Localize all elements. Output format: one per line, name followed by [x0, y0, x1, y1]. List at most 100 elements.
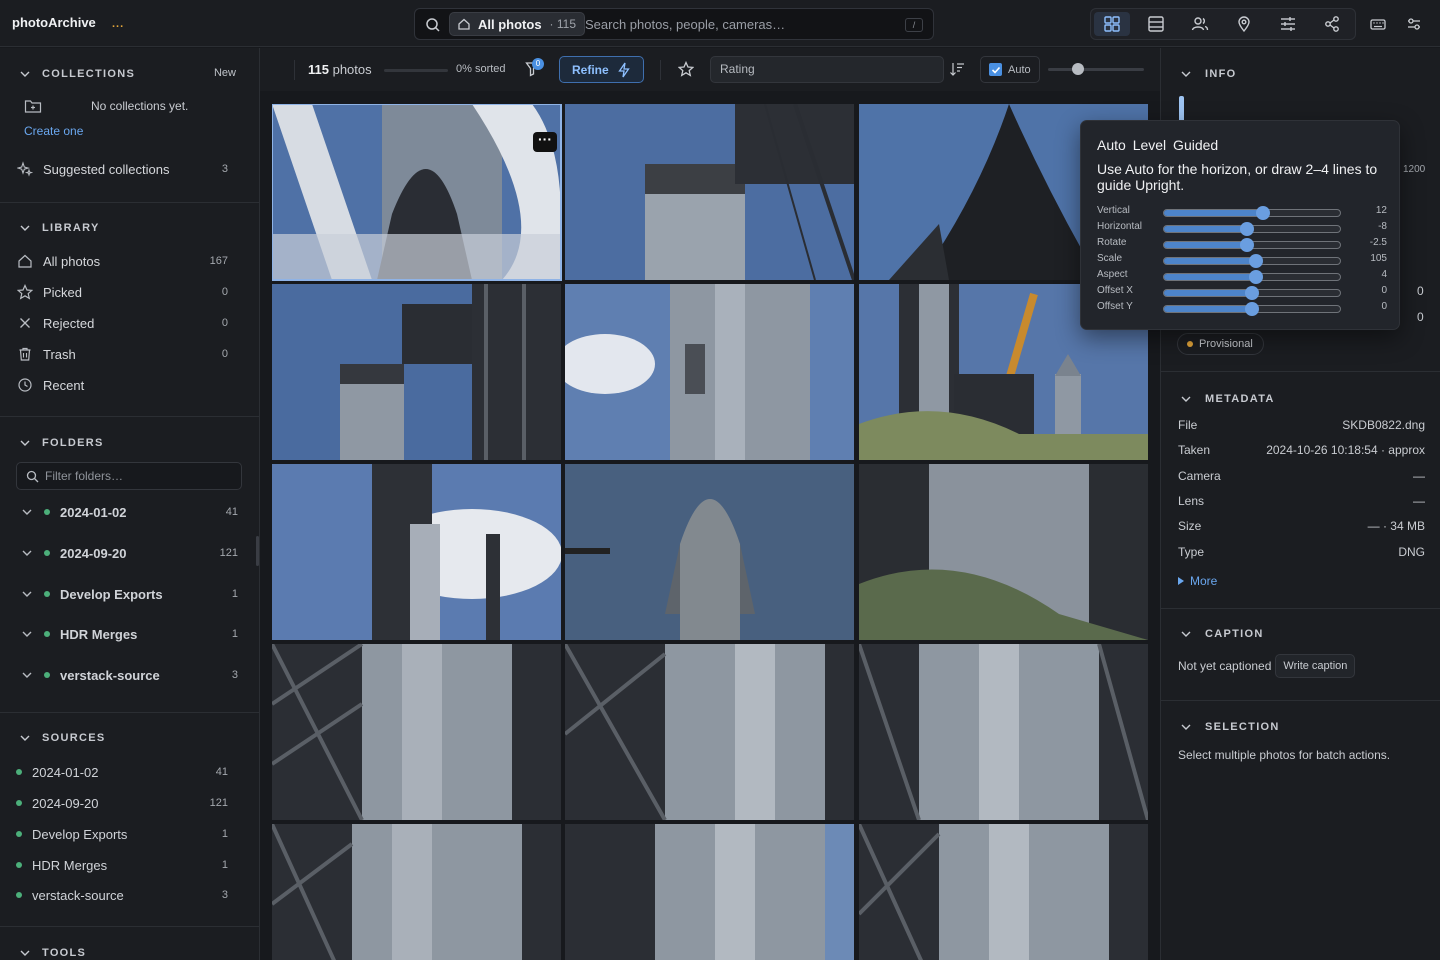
search-input[interactable]: Search photos, people, cameras… [585, 17, 785, 32]
info-header[interactable]: INFO [1181, 66, 1236, 82]
auto-checkbox[interactable] [989, 63, 1002, 76]
slider-handle[interactable] [1255, 206, 1270, 220]
sources-header[interactable]: SOURCES [20, 730, 106, 746]
chevron-down-icon[interactable] [22, 548, 32, 558]
folder-item[interactable]: 2024-09-20 121 [22, 542, 238, 564]
folder-count: 3 [231, 669, 238, 681]
sidebar-item-rejected[interactable]: Rejected 0 [16, 312, 230, 334]
map-view-button[interactable] [1226, 12, 1262, 36]
rating-filter-button[interactable] [677, 60, 695, 80]
source-item[interactable]: 2024-01-02 41 [16, 762, 230, 782]
photo-grid: ··· [272, 104, 1148, 960]
photo-tile[interactable] [859, 464, 1148, 640]
slider-fill [1164, 226, 1247, 232]
slider-handle[interactable] [1245, 286, 1259, 300]
more-options-button[interactable]: ··· [533, 132, 557, 152]
write-caption-button[interactable]: Write caption [1275, 654, 1356, 678]
folder-filter-input[interactable]: Filter folders… [16, 462, 242, 490]
selection-header[interactable]: SELECTION [1181, 719, 1280, 735]
sidebar-item-all-photos[interactable]: All photos 167 [16, 250, 230, 272]
photo-tile[interactable] [565, 104, 854, 280]
photo-tile[interactable] [565, 824, 854, 960]
table-view-button[interactable] [1138, 12, 1174, 36]
selection-title: SELECTION [1205, 721, 1280, 733]
chevron-down-icon [20, 225, 30, 231]
photo-tile[interactable] [859, 644, 1148, 820]
slider-value: -8 [1378, 221, 1387, 232]
share-button[interactable] [1314, 12, 1350, 36]
auto-toggle[interactable]: Auto [980, 56, 1040, 83]
slider-handle[interactable] [1248, 254, 1263, 268]
chevron-down-icon[interactable] [22, 670, 32, 680]
zoom-slider[interactable] [1048, 68, 1144, 71]
collections-header[interactable]: COLLECTIONS [20, 66, 135, 82]
status-dot [44, 550, 50, 556]
photo-tile[interactable] [272, 824, 561, 960]
adjustments-button[interactable] [1270, 12, 1306, 36]
photo-tile[interactable] [565, 284, 854, 460]
photo-tile[interactable] [859, 824, 1148, 960]
rating-select[interactable]: Rating [710, 56, 944, 83]
folder-item[interactable]: 2024-01-02 41 [22, 501, 238, 523]
settings-button[interactable] [1402, 12, 1426, 36]
metadata-more-toggle[interactable]: More [1178, 574, 1217, 588]
search-bar[interactable]: All photos · 115 Search photos, people, … [414, 8, 934, 40]
source-item[interactable]: Develop Exports 1 [16, 824, 230, 844]
sort-button[interactable] [949, 61, 965, 80]
photo-tile[interactable]: ··· [272, 104, 562, 281]
keyboard-shortcuts-button[interactable] [1366, 12, 1390, 36]
tools-header[interactable]: TOOLS [20, 945, 86, 960]
source-item[interactable]: HDR Merges 1 [16, 855, 230, 875]
slider-value: 0 [1381, 301, 1387, 312]
sort-progress-text: 0% sorted [456, 63, 506, 75]
divider [1161, 608, 1440, 609]
sidebar-item-recent[interactable]: Recent [16, 374, 230, 396]
create-collection-link[interactable]: Create one [24, 124, 83, 138]
folder-item[interactable]: HDR Merges 1 [22, 623, 238, 645]
chevron-down-icon[interactable] [22, 629, 32, 639]
folder-item[interactable]: Develop Exports 1 [22, 583, 238, 605]
suggested-collections-item[interactable]: Suggested collections 3 [16, 158, 230, 180]
new-collection-button[interactable]: New [214, 67, 236, 79]
adjustments-icon [1281, 17, 1295, 31]
sidebar-item-trash[interactable]: Trash 0 [16, 343, 230, 365]
people-view-button[interactable] [1182, 12, 1218, 36]
sidebar-item-picked[interactable]: Picked 0 [16, 281, 230, 303]
sidebar-item-count: 0 [221, 286, 228, 298]
folders-header[interactable]: FOLDERS [20, 435, 104, 451]
grid-view-button[interactable] [1094, 12, 1130, 36]
slider-handle[interactable] [1248, 270, 1263, 284]
caption-header[interactable]: CAPTION [1181, 626, 1264, 642]
metadata-row: Lens — [1178, 494, 1425, 512]
refine-button[interactable]: Refine [559, 56, 644, 83]
chevron-down-icon[interactable] [22, 589, 32, 599]
folder-item[interactable]: verstack-source 3 [22, 664, 238, 686]
chevron-down-icon [1181, 396, 1191, 402]
photo-tile[interactable] [272, 284, 561, 460]
source-item[interactable]: 2024-09-20 121 [16, 793, 230, 813]
slider-handle[interactable] [1245, 302, 1259, 316]
chevron-down-icon[interactable] [22, 507, 32, 517]
star-icon [16, 283, 34, 301]
metadata-row: File SKDB0822.dng [1178, 418, 1425, 436]
photo-tile[interactable] [565, 644, 854, 820]
slider-track[interactable] [1163, 209, 1341, 217]
slider-handle[interactable] [1239, 222, 1254, 236]
divider [1161, 700, 1440, 701]
divider [0, 416, 259, 417]
library-header[interactable]: LIBRARY [20, 220, 100, 236]
collections-empty-text: No collections yet. [91, 99, 189, 113]
photo-tile[interactable] [272, 464, 561, 640]
metadata-key: Lens [1178, 494, 1205, 508]
photo-tile[interactable] [272, 644, 561, 820]
source-item[interactable]: verstack-source 3 [16, 885, 230, 905]
zoom-slider-handle[interactable] [1072, 63, 1084, 75]
photo-tile[interactable] [565, 464, 854, 640]
divider [660, 60, 661, 80]
search-scope-pill[interactable]: All photos · 115 [449, 12, 586, 36]
metadata-header[interactable]: METADATA [1181, 391, 1275, 407]
slider-handle[interactable] [1239, 238, 1254, 252]
app-logo[interactable]: photoArchive [12, 15, 96, 30]
left-sidebar: COLLECTIONS New No collections yet. Crea… [0, 48, 260, 960]
sidebar-resize-handle[interactable] [256, 536, 259, 566]
